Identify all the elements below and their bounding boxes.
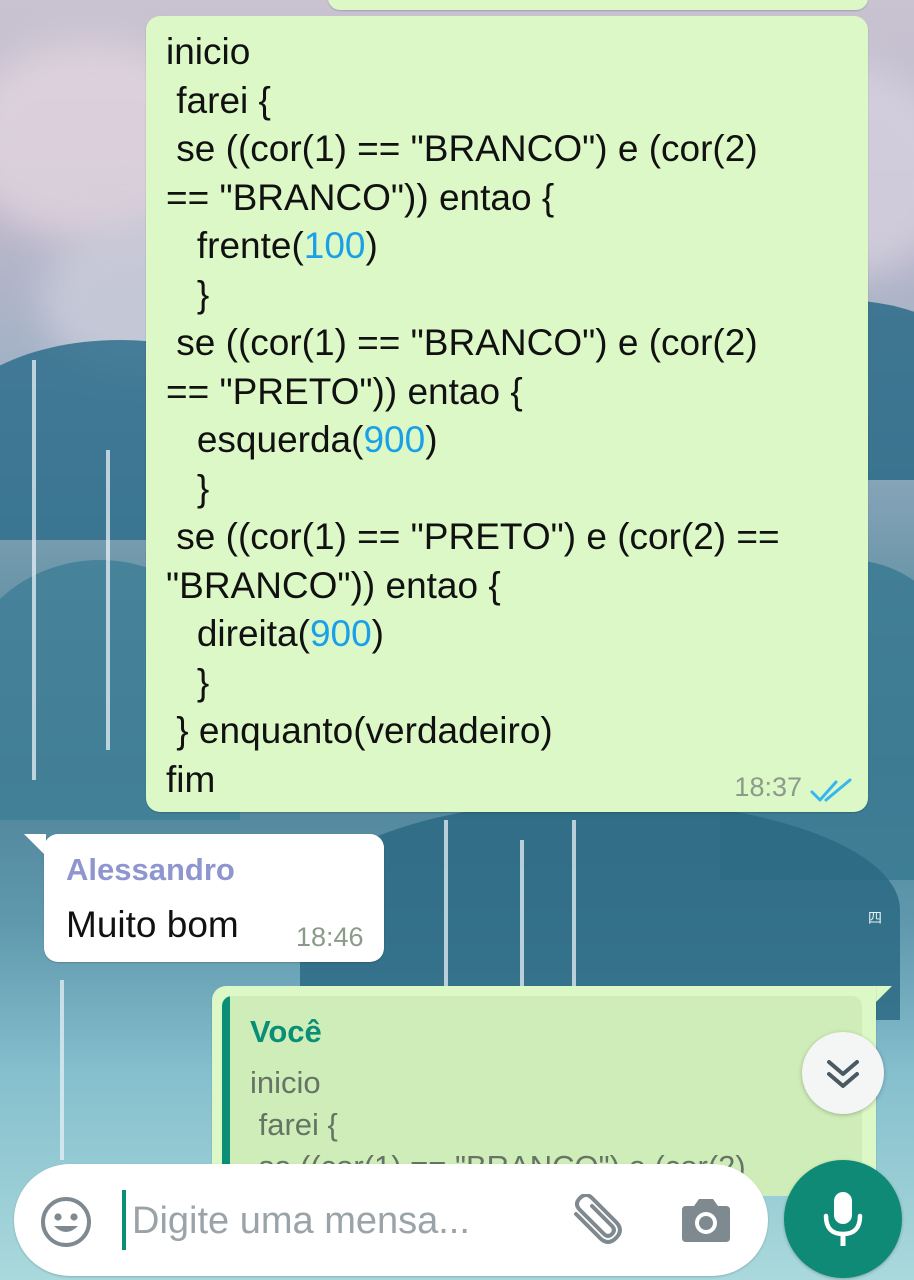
incoming-bubble-tail — [24, 834, 46, 856]
incoming-message[interactable]: Alessandro Muito bom 18:46 — [44, 834, 384, 962]
attach-paperclip-icon[interactable] — [566, 1194, 628, 1250]
code-number: 900 — [309, 613, 372, 654]
wallpaper-logo-glyph: 四 — [868, 911, 882, 927]
message-time: 18:46 — [296, 922, 364, 952]
outgoing-bubble-tail — [874, 986, 892, 1004]
text-cursor — [122, 1190, 126, 1250]
quoted-author: Você — [250, 1014, 322, 1049]
microphone-icon — [823, 1192, 863, 1246]
emoji-icon[interactable] — [38, 1194, 94, 1250]
outgoing-reply-message[interactable]: Você inicio farei { se ((cor(1) == "BRAN… — [212, 986, 876, 1196]
outgoing-code-message[interactable]: inicio farei { se ((cor(1) == "BRANCO") … — [146, 16, 868, 812]
sender-name[interactable]: Alessandro — [66, 852, 235, 888]
code-number: 100 — [303, 225, 366, 266]
message-time: 18:37 — [734, 772, 802, 802]
scroll-to-bottom-button[interactable] — [802, 1032, 884, 1114]
message-text: Muito bom — [66, 904, 239, 945]
voice-message-button[interactable] — [784, 1160, 902, 1278]
double-check-read-icon — [810, 778, 852, 802]
message-input[interactable] — [130, 1188, 554, 1254]
double-chevron-down-icon — [827, 1060, 859, 1088]
camera-icon[interactable] — [678, 1196, 734, 1246]
message-composer — [14, 1164, 768, 1276]
previous-message-edge[interactable] — [328, 0, 868, 10]
code-number: 900 — [363, 419, 426, 460]
message-text: inicio farei { se ((cor(1) == "BRANCO") … — [166, 31, 780, 800]
